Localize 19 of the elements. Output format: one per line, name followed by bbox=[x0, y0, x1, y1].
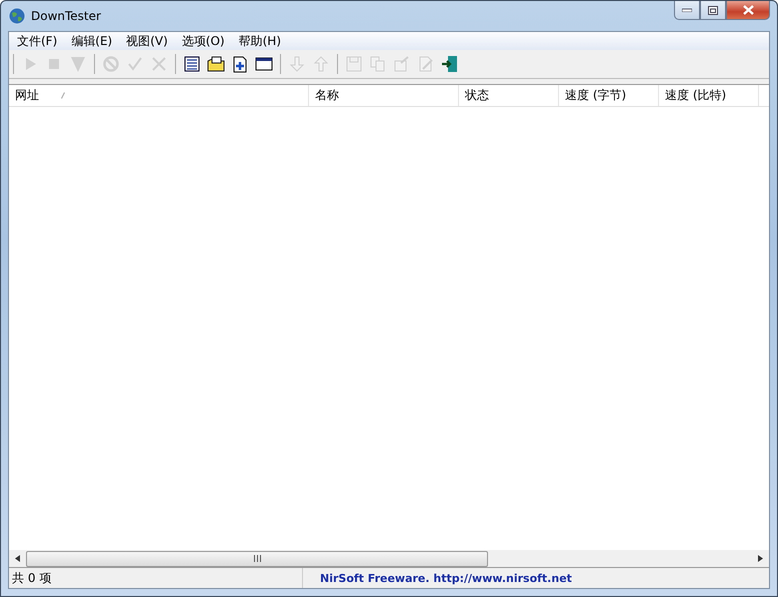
credit-link[interactable]: NirSoft Freeware. http://www.nirsoft.net bbox=[303, 572, 572, 584]
close-button[interactable] bbox=[726, 1, 770, 20]
menu-item[interactable]: 选项(O) bbox=[174, 32, 232, 50]
maximize-button[interactable] bbox=[700, 1, 726, 20]
right-arrow-icon[interactable] bbox=[758, 555, 763, 562]
menu-item[interactable]: 文件(F) bbox=[10, 32, 64, 50]
window-title: DownTester bbox=[31, 9, 101, 23]
horizontal-scrollbar[interactable] bbox=[9, 550, 769, 567]
globe-icon bbox=[9, 8, 25, 24]
menu-item[interactable]: 视图(V) bbox=[119, 32, 175, 50]
restore-icon bbox=[708, 6, 718, 14]
minimize-button[interactable] bbox=[674, 1, 700, 20]
left-arrow-icon[interactable] bbox=[15, 555, 20, 562]
menu-item[interactable]: 帮助(H) bbox=[232, 32, 288, 50]
minimize-icon bbox=[682, 8, 692, 12]
grip-icon bbox=[254, 555, 260, 562]
item-count: 共 0 项 bbox=[9, 568, 303, 588]
close-icon bbox=[742, 5, 754, 15]
menu-item[interactable]: 编辑(E) bbox=[64, 32, 120, 50]
